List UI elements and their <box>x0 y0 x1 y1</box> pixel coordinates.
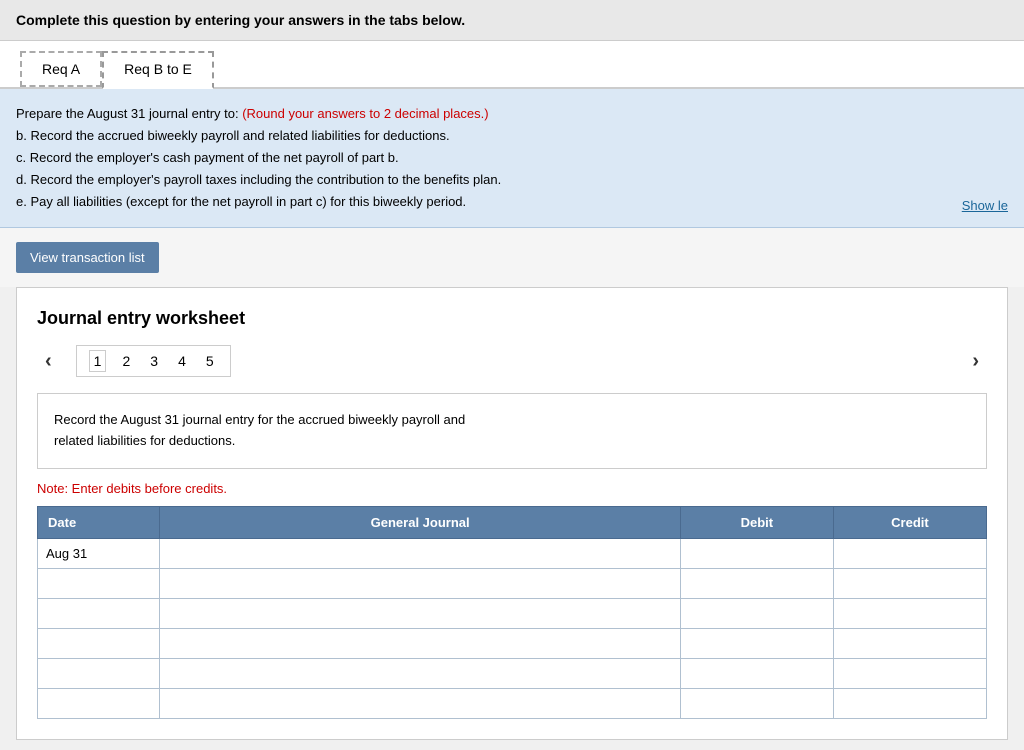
info-intro-text: Prepare the August 31 journal entry to: <box>16 106 242 121</box>
table-row <box>38 599 987 629</box>
credit-cell[interactable] <box>833 569 986 599</box>
general-journal-input[interactable] <box>160 599 679 628</box>
date-cell <box>38 569 160 599</box>
general-journal-input[interactable] <box>160 659 679 688</box>
general-journal-cell[interactable] <box>160 569 680 599</box>
table-row: Aug 31 <box>38 539 987 569</box>
credit-input[interactable] <box>834 629 986 658</box>
page-numbers: 1 2 3 4 5 <box>76 345 231 377</box>
debit-input[interactable] <box>681 689 833 718</box>
next-page-button[interactable]: › <box>964 346 987 377</box>
credit-cell[interactable] <box>833 629 986 659</box>
date-cell <box>38 629 160 659</box>
credit-input[interactable] <box>834 599 986 628</box>
debit-cell[interactable] <box>680 539 833 569</box>
table-row <box>38 689 987 719</box>
credit-input[interactable] <box>834 539 986 568</box>
debit-input[interactable] <box>681 569 833 598</box>
debit-cell[interactable] <box>680 659 833 689</box>
debit-input[interactable] <box>681 629 833 658</box>
info-item-e: e. Pay all liabilities (except for the n… <box>16 191 1008 213</box>
header-date: Date <box>38 507 160 539</box>
general-journal-cell[interactable] <box>160 539 680 569</box>
description-box: Record the August 31 journal entry for t… <box>37 393 987 469</box>
instruction-bar: Complete this question by entering your … <box>0 0 1024 41</box>
debit-input[interactable] <box>681 599 833 628</box>
description-text: Record the August 31 journal entry for t… <box>54 412 465 448</box>
date-cell <box>38 689 160 719</box>
date-cell: Aug 31 <box>38 539 160 569</box>
prev-page-button[interactable]: ‹ <box>37 346 60 377</box>
table-row <box>38 569 987 599</box>
header-general-journal: General Journal <box>160 507 680 539</box>
table-row <box>38 629 987 659</box>
info-intro-line: Prepare the August 31 journal entry to: … <box>16 103 1008 125</box>
header-credit: Credit <box>833 507 986 539</box>
credit-cell[interactable] <box>833 599 986 629</box>
debit-cell[interactable] <box>680 599 833 629</box>
general-journal-input[interactable] <box>160 629 679 658</box>
page-1[interactable]: 1 <box>89 350 107 372</box>
credit-cell[interactable] <box>833 689 986 719</box>
general-journal-cell[interactable] <box>160 659 680 689</box>
info-item-b: b. Record the accrued biweekly payroll a… <box>16 125 1008 147</box>
worksheet-container: Journal entry worksheet ‹ 1 2 3 4 5 › Re… <box>16 287 1008 740</box>
worksheet-title: Journal entry worksheet <box>37 308 987 329</box>
debit-input[interactable] <box>681 539 833 568</box>
general-journal-cell[interactable] <box>160 689 680 719</box>
debit-cell[interactable] <box>680 689 833 719</box>
view-transaction-button[interactable]: View transaction list <box>16 242 159 273</box>
general-journal-cell[interactable] <box>160 629 680 659</box>
tab-req-b-to-e[interactable]: Req B to E <box>102 51 214 89</box>
round-note-text: (Round your answers to 2 decimal places.… <box>242 106 488 121</box>
header-debit: Debit <box>680 507 833 539</box>
journal-table: Date General Journal Debit Credit Aug 31 <box>37 506 987 719</box>
tabs-row: Req A Req B to E <box>0 41 1024 89</box>
navigation-row: ‹ 1 2 3 4 5 › <box>37 345 987 377</box>
general-journal-cell[interactable] <box>160 599 680 629</box>
table-row <box>38 659 987 689</box>
date-cell <box>38 659 160 689</box>
debit-input[interactable] <box>681 659 833 688</box>
page-4[interactable]: 4 <box>174 351 190 371</box>
info-item-c: c. Record the employer's cash payment of… <box>16 147 1008 169</box>
debit-cell[interactable] <box>680 569 833 599</box>
info-item-d: d. Record the employer's payroll taxes i… <box>16 169 1008 191</box>
credit-input[interactable] <box>834 659 986 688</box>
show-less-link[interactable]: Show le <box>962 195 1008 217</box>
info-area: Prepare the August 31 journal entry to: … <box>0 89 1024 228</box>
action-bar: View transaction list <box>0 228 1024 287</box>
general-journal-input[interactable] <box>160 689 679 718</box>
credit-cell[interactable] <box>833 539 986 569</box>
note-text: Note: Enter debits before credits. <box>37 481 987 496</box>
general-journal-input[interactable] <box>160 539 679 568</box>
credit-input[interactable] <box>834 569 986 598</box>
credit-input[interactable] <box>834 689 986 718</box>
date-cell <box>38 599 160 629</box>
instruction-text: Complete this question by entering your … <box>16 12 465 28</box>
debit-cell[interactable] <box>680 629 833 659</box>
page-2[interactable]: 2 <box>118 351 134 371</box>
page-5[interactable]: 5 <box>202 351 218 371</box>
credit-cell[interactable] <box>833 659 986 689</box>
page-3[interactable]: 3 <box>146 351 162 371</box>
tab-req-a[interactable]: Req A <box>20 51 102 87</box>
general-journal-input[interactable] <box>160 569 679 598</box>
